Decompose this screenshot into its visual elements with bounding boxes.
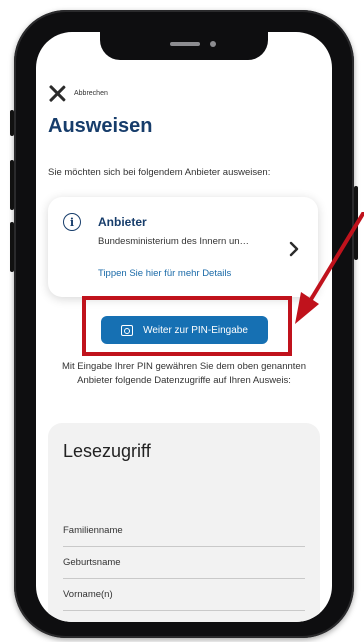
provider-card[interactable]: i Anbieter Bundesministerium des Innern … <box>48 197 318 297</box>
cancel-button[interactable]: Abbrechen <box>48 84 108 102</box>
volume-down-button <box>10 222 14 272</box>
provider-details-link[interactable]: Tippen Sie hier für mehr Details <box>98 268 231 279</box>
mute-switch <box>10 110 14 136</box>
phone-notch <box>100 30 268 60</box>
provider-title: Anbieter <box>98 215 147 229</box>
info-icon: i <box>63 213 81 231</box>
speaker-grille <box>170 42 200 46</box>
field-birth-name: Geburtsname <box>63 547 305 579</box>
field-family-name: Familienname <box>63 515 305 547</box>
close-icon[interactable] <box>48 84 66 102</box>
read-access-title: Lesezugriff <box>63 441 151 461</box>
provider-name: Bundesministerium des Innern un… <box>98 236 250 247</box>
field-first-names: Vorname(n) <box>63 579 305 611</box>
annotation-highlight-box <box>82 296 292 356</box>
page-title: Ausweisen <box>48 115 153 137</box>
cancel-label: Abbrechen <box>74 89 108 97</box>
annotation-arrow <box>295 212 364 324</box>
consent-text: Mit Eingabe Ihrer PIN gewähren Sie dem o… <box>62 361 306 387</box>
volume-up-button <box>10 160 14 210</box>
intro-text: Sie möchten sich bei folgendem Anbieter … <box>48 167 271 178</box>
field-doctoral-degree: Doktorgrad <box>63 611 305 622</box>
front-camera <box>210 41 216 47</box>
read-access-card: Lesezugriff Familienname Geburtsname Vor… <box>48 423 320 622</box>
